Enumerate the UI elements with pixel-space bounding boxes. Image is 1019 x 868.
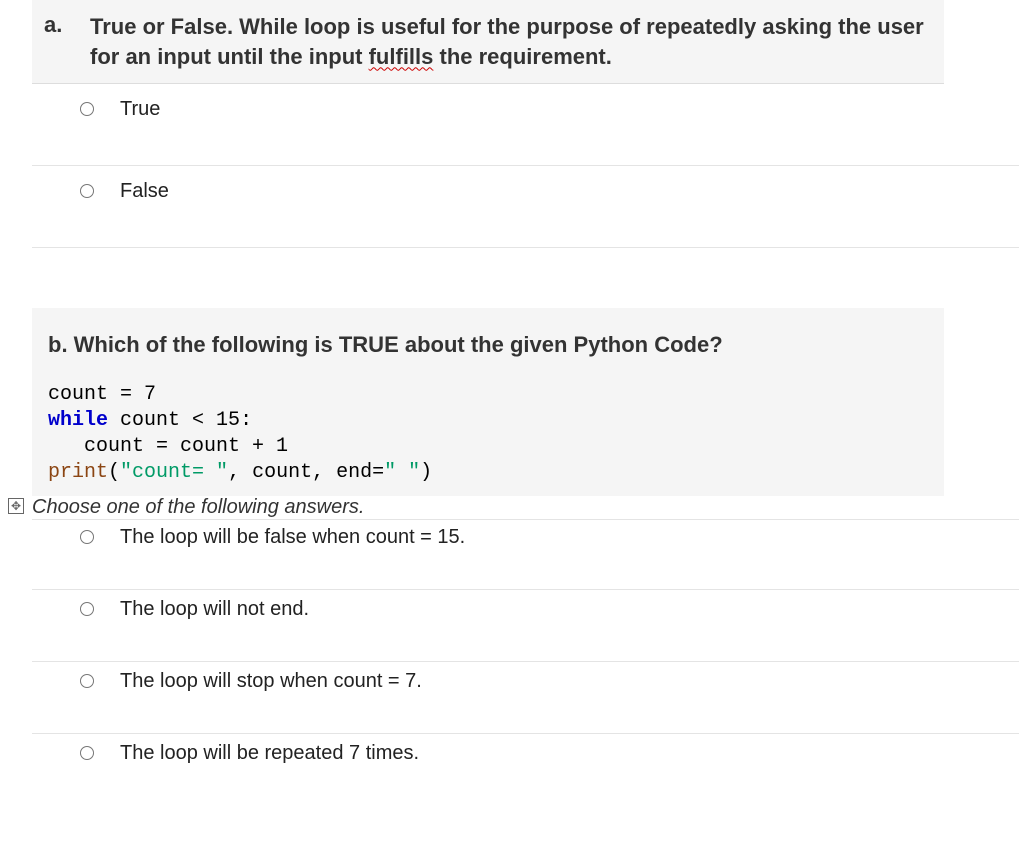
question-a-header: a. True or False. While loop is useful f… <box>32 0 944 84</box>
question-a-text-after: the requirement. <box>433 44 611 69</box>
code-text: : <box>240 409 252 432</box>
question-b-option-row[interactable]: The loop will not end. <box>32 590 1019 662</box>
instruction-line: ✥ Choose one of the following answers. <box>32 496 1019 520</box>
code-text: ( <box>108 461 120 484</box>
code-builtin: print <box>48 461 108 484</box>
question-b-option-label: The loop will not end. <box>120 598 309 621</box>
code-block: count = 7 while count < 15: count = coun… <box>48 382 928 486</box>
spacer <box>32 248 1019 308</box>
question-b-option-row[interactable]: The loop will stop when count = 7. <box>32 662 1019 734</box>
question-a-option-row[interactable]: True <box>32 84 1019 166</box>
question-b-radio-1[interactable] <box>80 602 94 616</box>
question-a-text: True or False. While loop is useful for … <box>90 14 924 69</box>
code-keyword: while <box>48 409 108 432</box>
question-b-option-label: The loop will stop when count = 7. <box>120 670 422 693</box>
code-number: 7 <box>144 383 156 406</box>
question-b-radio-2[interactable] <box>80 674 94 688</box>
code-text: count = count + 1 <box>48 435 288 458</box>
question-a-text-underlined: fulfills <box>369 44 434 69</box>
question-b-option-row[interactable]: The loop will be repeated 7 times. <box>32 734 1019 775</box>
code-string: " " <box>384 461 420 484</box>
question-b-title: b. Which of the following is TRUE about … <box>48 332 928 358</box>
code-text: , count, end= <box>228 461 384 484</box>
question-b-option-label: The loop will be repeated 7 times. <box>120 742 419 765</box>
code-text: ) <box>420 461 432 484</box>
question-b-radio-3[interactable] <box>80 746 94 760</box>
question-a-marker: a. <box>44 12 62 38</box>
instruction-text: Choose one of the following answers. <box>32 496 364 518</box>
question-a-radio-true[interactable] <box>80 102 94 116</box>
question-b-option-row[interactable]: The loop will be false when count = 15. <box>32 520 1019 590</box>
code-text: count < <box>108 409 216 432</box>
code-text: count = <box>48 383 144 406</box>
move-icon[interactable]: ✥ <box>8 498 24 514</box>
question-a-option-row[interactable]: False <box>32 166 1019 248</box>
question-b-radio-0[interactable] <box>80 530 94 544</box>
code-number: 15 <box>216 409 240 432</box>
question-b-option-label: The loop will be false when count = 15. <box>120 526 465 549</box>
question-a-radio-false[interactable] <box>80 184 94 198</box>
question-b-header: b. Which of the following is TRUE about … <box>32 308 944 496</box>
code-string: "count= " <box>120 461 228 484</box>
question-a-option-label: True <box>120 98 160 121</box>
question-a-option-label: False <box>120 180 169 203</box>
